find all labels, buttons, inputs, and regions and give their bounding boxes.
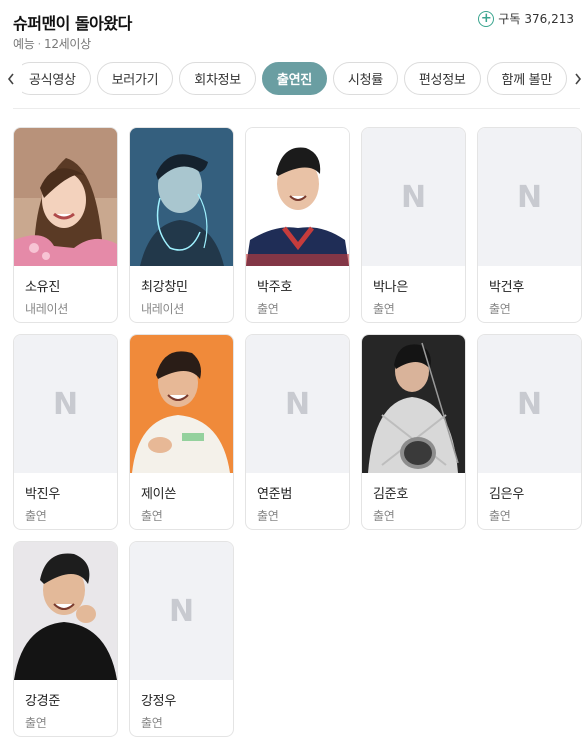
cast-info: 박진우출연 <box>25 483 60 524</box>
cast-card[interactable]: N 박진우출연 <box>13 334 118 530</box>
tab-2[interactable]: 회차정보 <box>179 62 256 95</box>
chevron-right-icon[interactable] <box>571 69 585 89</box>
cast-role: 내레이션 <box>25 302 68 316</box>
subscribe-label: 구독 <box>498 12 521 26</box>
plus-icon: + <box>478 10 495 27</box>
separator-dot: · <box>37 37 41 51</box>
cast-card[interactable]: 강경준출연 <box>13 541 118 737</box>
placeholder-logo-icon: N <box>284 386 311 422</box>
tab-3[interactable]: 출연진 <box>261 62 327 95</box>
tab-6[interactable]: 함께 볼만 <box>486 62 568 95</box>
cast-name: 강정우 <box>141 694 176 709</box>
tab-1[interactable]: 보러가기 <box>96 62 174 95</box>
cast-role: 출연 <box>257 509 279 523</box>
cast-info: 김은우출연 <box>489 483 524 524</box>
cast-role: 출연 <box>25 716 47 730</box>
cast-photo <box>130 128 233 266</box>
cast-role: 내레이션 <box>141 302 184 316</box>
cast-photo <box>362 335 465 473</box>
cast-photo <box>14 128 117 266</box>
cast-info: 강정우출연 <box>141 690 176 731</box>
cast-card[interactable]: N 김은우출연 <box>477 334 582 530</box>
placeholder-image: N <box>362 128 465 266</box>
cast-name: 박건후 <box>489 280 524 295</box>
cast-name: 박진우 <box>25 487 60 502</box>
program-meta: 예능 · 12세이상 <box>13 35 91 52</box>
cast-card[interactable]: 최강창민내레이션 <box>129 127 234 323</box>
cast-name: 연준범 <box>257 487 292 502</box>
placeholder-image: N <box>478 128 581 266</box>
cast-name: 김준호 <box>373 487 408 502</box>
cast-card[interactable]: 김준호출연 <box>361 334 466 530</box>
tab-0[interactable]: 공식영상 <box>22 62 91 95</box>
cast-name: 박나은 <box>373 280 408 295</box>
cast-role: 출연 <box>257 302 279 316</box>
cast-card[interactable]: N 박건후출연 <box>477 127 582 323</box>
tab-list: 공식영상 보러가기 회차정보 출연진 시청률 편성정보 함께 볼만 <box>22 61 574 97</box>
placeholder-logo-icon: N <box>516 179 543 215</box>
cast-info: 소유진내레이션 <box>25 276 68 317</box>
cast-name: 소유진 <box>25 280 60 295</box>
cast-photo <box>130 335 233 473</box>
cast-info: 김준호출연 <box>373 483 408 524</box>
cast-role: 출연 <box>489 509 511 523</box>
cast-info: 강경준출연 <box>25 690 60 731</box>
cast-photo <box>14 542 117 680</box>
cast-info: 박건후출연 <box>489 276 524 317</box>
placeholder-logo-icon: N <box>516 386 543 422</box>
cast-role: 출연 <box>373 302 395 316</box>
placeholder-image: N <box>130 542 233 680</box>
cast-info: 제이쓴출연 <box>141 483 176 524</box>
cast-card[interactable]: 제이쓴출연 <box>129 334 234 530</box>
cast-name: 최강창민 <box>141 280 188 295</box>
cast-info: 최강창민내레이션 <box>141 276 188 317</box>
cast-info: 박나은출연 <box>373 276 408 317</box>
placeholder-image: N <box>246 335 349 473</box>
subscribe-count: 376,213 <box>524 11 574 26</box>
cast-role: 출연 <box>489 302 511 316</box>
tab-4[interactable]: 시청률 <box>332 62 398 95</box>
program-header: 슈퍼맨이 돌아왔다 예능 · 12세이상 + 구독 376,213 <box>13 8 574 54</box>
cast-name: 강경준 <box>25 694 60 709</box>
placeholder-logo-icon: N <box>400 179 427 215</box>
cast-role: 출연 <box>141 509 163 523</box>
cast-card[interactable]: 소유진내레이션 <box>13 127 118 323</box>
program-title[interactable]: 슈퍼맨이 돌아왔다 <box>13 10 132 34</box>
placeholder-image: N <box>14 335 117 473</box>
subscribe-button[interactable]: + 구독 376,213 <box>478 10 574 27</box>
cast-role: 출연 <box>373 509 395 523</box>
cast-role: 출연 <box>141 716 163 730</box>
cast-card[interactable]: 박주호출연 <box>245 127 350 323</box>
cast-name: 김은우 <box>489 487 524 502</box>
cast-name: 박주호 <box>257 280 292 295</box>
tab-bar: 공식영상 보러가기 회차정보 출연진 시청률 편성정보 함께 볼만 <box>0 61 588 97</box>
placeholder-logo-icon: N <box>168 593 195 629</box>
cast-photo <box>246 128 349 266</box>
placeholder-image: N <box>478 335 581 473</box>
rating-label: 12세이상 <box>44 37 91 51</box>
cast-card[interactable]: N 연준범출연 <box>245 334 350 530</box>
cast-card[interactable]: N 박나은출연 <box>361 127 466 323</box>
cast-info: 박주호출연 <box>257 276 292 317</box>
genre-label: 예능 <box>13 37 35 51</box>
cast-card[interactable]: N 강정우출연 <box>129 541 234 737</box>
cast-name: 제이쓴 <box>141 487 176 502</box>
cast-info: 연준범출연 <box>257 483 292 524</box>
tab-5[interactable]: 편성정보 <box>403 62 481 95</box>
cast-role: 출연 <box>25 509 47 523</box>
chevron-left-icon[interactable] <box>4 69 18 89</box>
divider <box>13 108 580 109</box>
placeholder-logo-icon: N <box>52 386 79 422</box>
